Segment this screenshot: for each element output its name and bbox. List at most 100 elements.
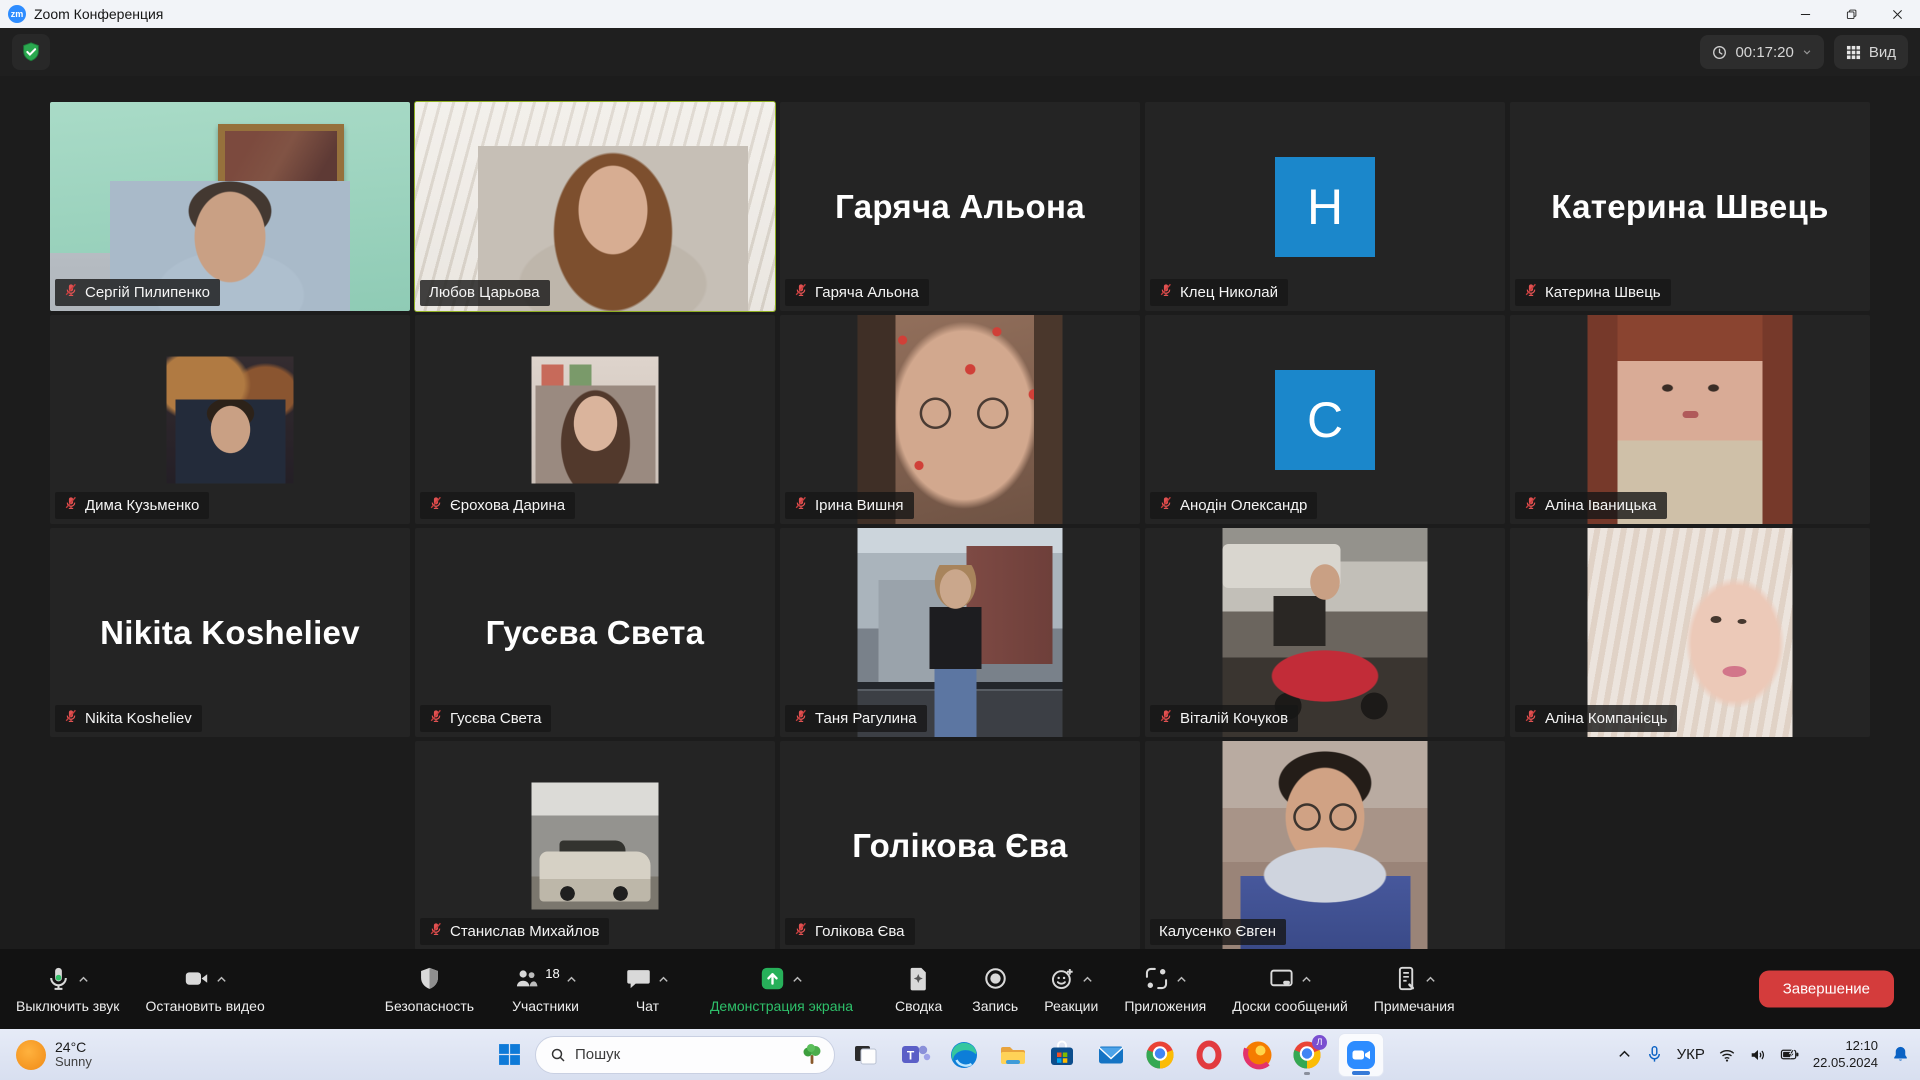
taskbar-edge[interactable] <box>946 1033 982 1077</box>
restore-button[interactable] <box>1828 0 1874 28</box>
muted-mic-icon <box>794 496 808 514</box>
view-button[interactable]: Вид <box>1834 35 1908 69</box>
participant-tile[interactable]: Гаряча АльонаГаряча Альона <box>780 102 1140 311</box>
opera-icon <box>1193 1039 1225 1071</box>
mic-button[interactable]: Выключить звук <box>16 965 119 1014</box>
close-button[interactable] <box>1874 0 1920 28</box>
clock-icon <box>1712 45 1727 60</box>
participant-tile[interactable]: Єрохова Дарина <box>415 315 775 524</box>
participant-name: Аліна Іваницька <box>1545 497 1657 514</box>
participant-tile[interactable]: Ірина Вишня <box>780 315 1140 524</box>
battery-icon[interactable] <box>1780 1045 1800 1064</box>
notes-icon <box>1392 965 1419 995</box>
search-placeholder: Пошук <box>575 1046 791 1063</box>
tray-mic-icon[interactable] <box>1645 1045 1664 1064</box>
summary-button[interactable]: Сводка <box>895 965 942 1014</box>
chevron-up-icon[interactable] <box>1081 973 1094 989</box>
participant-tile[interactable]: Станислав Михайлов <box>415 741 775 950</box>
participant-tile[interactable]: Аліна Іваницька <box>1510 315 1870 524</box>
tray-clock[interactable]: 12:10 22.05.2024 <box>1813 1038 1878 1072</box>
participant-name-tag: Аліна Компанієць <box>1515 705 1677 732</box>
volume-icon[interactable] <box>1749 1046 1767 1064</box>
muted-mic-icon <box>64 496 78 514</box>
taskbar-firefox[interactable] <box>1240 1033 1276 1077</box>
taskbar-ms-store[interactable] <box>1044 1033 1080 1077</box>
toolbar-button-label: Приложения <box>1124 998 1206 1014</box>
chevron-up-icon[interactable] <box>77 973 90 989</box>
taskbar-task-view[interactable] <box>848 1033 884 1077</box>
participant-name-tag: Гаряча Альона <box>785 279 929 306</box>
chat-icon <box>625 965 652 995</box>
weather-widget[interactable]: 24°C Sunny <box>16 1029 92 1080</box>
record-icon <box>982 965 1009 995</box>
participant-tile[interactable]: Катерина ШвецьКатерина Швець <box>1510 102 1870 311</box>
notification-bell-icon[interactable] <box>1891 1045 1910 1064</box>
participant-name: Калусенко Євген <box>1159 923 1276 940</box>
participant-tile[interactable]: Nikita KoshelievNikita Kosheliev <box>50 528 410 737</box>
participant-name: Станислав Михайлов <box>450 923 599 940</box>
participant-tile[interactable]: Калусенко Євген <box>1145 741 1505 950</box>
taskbar-chrome[interactable] <box>1142 1033 1178 1077</box>
wifi-icon[interactable] <box>1718 1046 1736 1064</box>
participant-tile[interactable]: Віталій Кочуков <box>1145 528 1505 737</box>
participant-tile[interactable]: Таня Рагулина <box>780 528 1140 737</box>
reactions-button[interactable]: Реакции <box>1044 965 1098 1014</box>
participant-tile[interactable]: HКлец Николай <box>1145 102 1505 311</box>
chat-button[interactable]: Чат <box>625 965 670 1014</box>
avatar-letter: C <box>1275 370 1375 470</box>
chevron-up-icon[interactable] <box>791 973 804 989</box>
taskbar-file-explorer[interactable] <box>995 1033 1031 1077</box>
chevron-up-icon[interactable] <box>215 973 228 989</box>
participant-name: Віталій Кочуков <box>1180 710 1288 727</box>
minimize-icon <box>1800 9 1811 20</box>
participant-tile[interactable]: Дима Кузьменко <box>50 315 410 524</box>
windows-taskbar: 24°C Sunny Пошук T Л <box>0 1029 1920 1080</box>
record-button[interactable]: Запись <box>972 965 1018 1014</box>
meeting-security-button[interactable] <box>12 34 50 70</box>
shield-check-icon <box>20 41 42 63</box>
tray-date: 22.05.2024 <box>1813 1055 1878 1072</box>
taskbar-zoom[interactable] <box>1338 1033 1384 1077</box>
search-input[interactable]: Пошук <box>535 1036 835 1074</box>
taskbar-chrome-profile[interactable]: Л <box>1289 1033 1325 1077</box>
participant-tile[interactable]: Гусєва СветаГусєва Света <box>415 528 775 737</box>
notes-button[interactable]: Примечания <box>1374 965 1455 1014</box>
start-button[interactable] <box>497 1042 522 1067</box>
participant-tile[interactable]: Аліна Компанієць <box>1510 528 1870 737</box>
chevron-up-icon[interactable] <box>1424 973 1437 989</box>
shield-button[interactable]: Безопасность <box>385 965 474 1014</box>
taskbar-teams[interactable]: T <box>897 1033 933 1077</box>
apps-button[interactable]: Приложения <box>1124 965 1206 1014</box>
whiteboard-button[interactable]: Доски сообщений <box>1232 965 1348 1014</box>
participant-name: Сергій Пилипенко <box>85 284 210 301</box>
meeting-timer[interactable]: 00:17:20 <box>1700 35 1823 69</box>
screen-share-button[interactable]: Демонстрация экрана <box>710 965 853 1014</box>
teams-icon: T <box>899 1039 931 1071</box>
participant-tile[interactable]: Сергій Пилипенко <box>50 102 410 311</box>
video-icon <box>183 965 210 995</box>
participant-tile[interactable]: Голікова ЄваГолікова Єва <box>780 741 1140 950</box>
toolbar-button-label: Остановить видео <box>145 998 264 1014</box>
tray-expand-chevron-icon[interactable] <box>1617 1047 1632 1062</box>
chevron-up-icon[interactable] <box>1300 973 1313 989</box>
participant-name-tag: Nikita Kosheliev <box>55 705 202 732</box>
chevron-up-icon[interactable] <box>657 973 670 989</box>
meeting-topbar: 00:17:20 Вид <box>0 28 1920 76</box>
participants-button[interactable]: 18Участники <box>512 965 579 1014</box>
taskbar-opera[interactable] <box>1191 1033 1227 1077</box>
chevron-down-icon <box>1802 47 1812 57</box>
language-indicator[interactable]: УКР <box>1677 1046 1705 1063</box>
end-meeting-button[interactable]: Завершение <box>1759 971 1894 1008</box>
participant-tile[interactable]: Любов Царьова <box>415 102 775 311</box>
mail-icon <box>1095 1039 1127 1071</box>
participant-name-tag: Дима Кузьменко <box>55 492 209 519</box>
minimize-button[interactable] <box>1782 0 1828 28</box>
participant-name: Гаряча Альона <box>815 284 919 301</box>
muted-mic-icon <box>1159 283 1173 301</box>
taskbar-mail[interactable] <box>1093 1033 1129 1077</box>
participant-tile[interactable]: CАнодін Олександр <box>1145 315 1505 524</box>
video-button[interactable]: Остановить видео <box>145 965 264 1014</box>
chevron-up-icon[interactable] <box>565 973 578 989</box>
chevron-up-icon[interactable] <box>1175 973 1188 989</box>
muted-mic-icon <box>64 709 78 727</box>
